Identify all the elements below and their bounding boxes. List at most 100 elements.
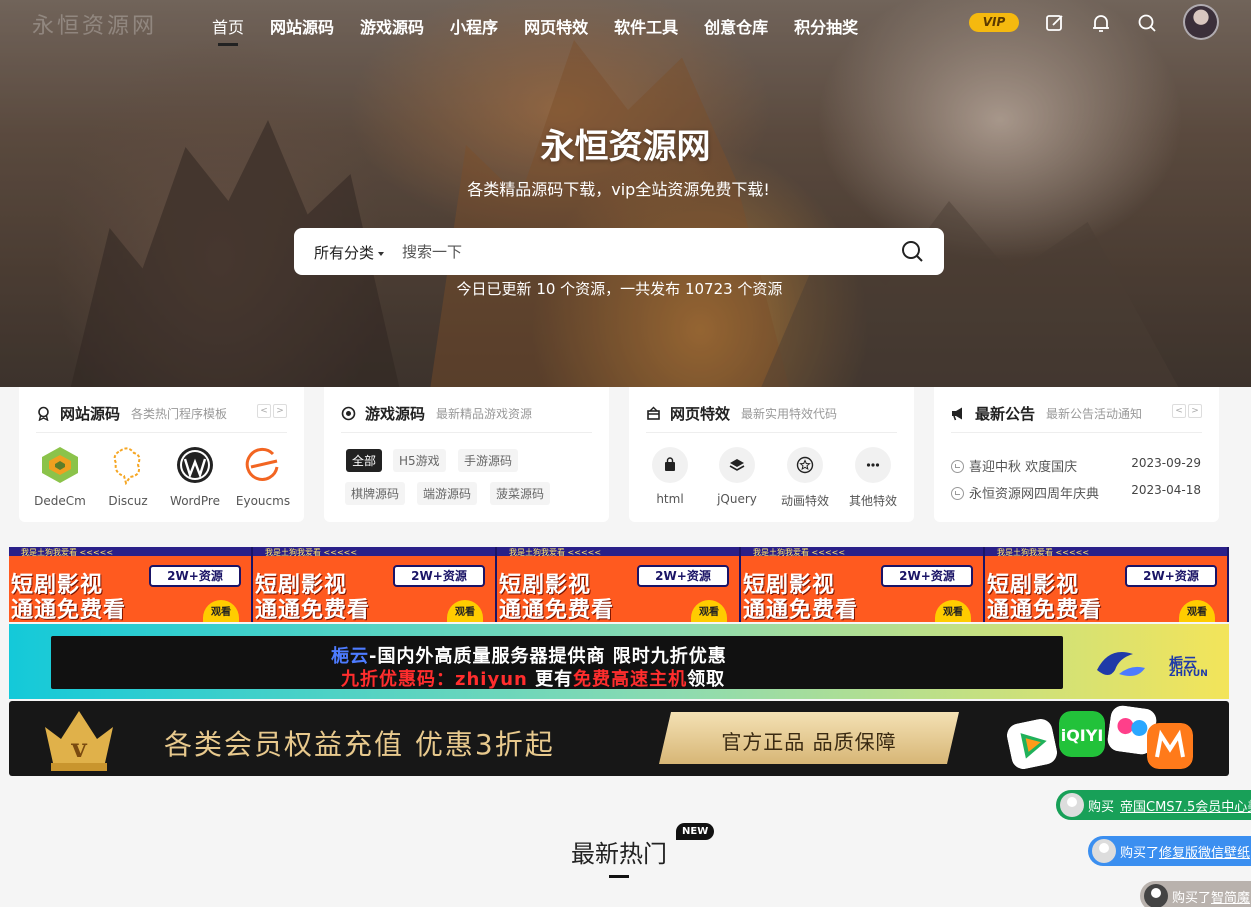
user-avatar (1060, 793, 1084, 817)
card-title: 游戏源码 (365, 405, 426, 423)
tag-all[interactable]: 全部 (346, 449, 383, 472)
bag-icon (647, 406, 660, 420)
target-icon (341, 406, 356, 421)
main-nav: 首页 网站源码 游戏源码 小程序 网页特效 软件工具 创意仓库 积分抽奖 (212, 14, 884, 46)
user-avatar (1092, 839, 1116, 863)
effect-animation[interactable]: 动画特效 (773, 447, 837, 509)
category-select[interactable]: 所有分类 (314, 242, 384, 263)
tag-betting[interactable]: 菠菜源码 (490, 482, 551, 505)
card-title: 网页特效 (670, 405, 731, 423)
clock-icon (951, 487, 964, 500)
megaphone-icon (952, 407, 962, 421)
user-avatar (1144, 884, 1168, 907)
mango-tv-icon (1147, 723, 1193, 769)
card-web-effects: 网页特效 最新实用特效代码 html jQuery 动画特效 其他特效 (629, 387, 914, 522)
banner-text-panel: 梔云-国内外高质量服务器提供商 限时九折优惠 九折优惠码：zhiyun 更有免费… (51, 636, 1063, 690)
card-desc: 最新精品游戏资源 (436, 407, 533, 421)
quality-plate: 官方正品 品质保障 (659, 712, 959, 764)
drama-tile: 我是土狗我爱看 <<<<< 短剧影视 通通免费看 2W+资源 观看 (497, 547, 741, 622)
card-title: 最新公告 (975, 405, 1036, 423)
hero-title: 永恒资源网 (540, 127, 711, 167)
purchase-toast[interactable]: 购买 帝国CMS7.5会员中心美 (1056, 790, 1251, 820)
nav-creative-warehouse[interactable]: 创意仓库 (704, 14, 768, 38)
drama-tile: 我是土狗我爱看 <<<<< 短剧影视 通通免费看 2W+资源 观看 (985, 547, 1229, 622)
section-title: 最新热门 (571, 840, 667, 868)
card-desc: 最新公告活动通知 (1046, 407, 1143, 421)
site-logo[interactable]: 永恒资源网 (32, 8, 157, 40)
layers-icon (729, 459, 745, 471)
search-icon[interactable] (1136, 12, 1158, 34)
dedecms-logo-icon (42, 447, 78, 483)
shopping-bag-icon (665, 457, 675, 471)
brand-discuz[interactable]: Discuz (98, 445, 158, 508)
update-stats: 今日已更新 10 个资源，一共发布 10723 个资源 (456, 280, 783, 298)
discuz-logo-icon (113, 447, 141, 486)
card-title: 网站源码 (60, 405, 121, 423)
drama-tile: 我是土狗我爱看 <<<<< 短剧影视 通通免费看 2W+资源 观看 (253, 547, 497, 622)
tencent-video-icon (1006, 718, 1058, 770)
divider (36, 432, 287, 433)
card-notices: 最新公告 最新公告活动通知 < > 喜迎中秋 欢度国庆 2023-09-29 永恒… (934, 387, 1219, 522)
next-arrow-icon[interactable]: > (1188, 404, 1202, 418)
more-icon (866, 463, 880, 467)
brand-eyoucms[interactable]: Eyoucms (233, 445, 293, 508)
hero-subtitle: 各类精品源码下载，vip全站资源免费下载! (467, 180, 770, 199)
ad-banner-drama[interactable]: 我是土狗我爱看 <<<<< 短剧影视 通通免费看 2W+资源 观看 我是土狗我爱… (9, 547, 1229, 622)
new-badge: NEW (676, 823, 715, 840)
section-underline (609, 875, 629, 878)
vip-badge[interactable]: VIP (969, 13, 1019, 32)
ad-banner-server[interactable]: 梔云-国内外高质量服务器提供商 限时九折优惠 九折优惠码：zhiyun 更有免费… (9, 624, 1229, 699)
crown-icon: v (45, 711, 113, 771)
star-badge-icon (796, 456, 814, 474)
nav-web-effects[interactable]: 网页特效 (524, 14, 588, 38)
svg-text:v: v (70, 734, 87, 764)
card-pager: < > (255, 404, 287, 418)
tag-pc-games[interactable]: 端游源码 (417, 482, 478, 505)
drama-tile: 我是土狗我爱看 <<<<< 短剧影视 通通免费看 2W+资源 观看 (741, 547, 985, 622)
divider (646, 432, 897, 433)
user-avatar[interactable] (1183, 4, 1219, 40)
card-pager: < > (1170, 404, 1202, 418)
nav-website-source[interactable]: 网站源码 (270, 14, 334, 38)
card-game-source: 游戏源码 最新精品游戏资源 全部 H5游戏 手游源码 棋牌源码 端游源码 菠菜源… (324, 387, 609, 522)
tag-mobile-games[interactable]: 手游源码 (458, 449, 519, 472)
svg-text:iQIYI: iQIYI (1061, 726, 1104, 745)
notice-item[interactable]: 喜迎中秋 欢度国庆 2023-09-29 (951, 456, 1201, 475)
ad-banner-membership[interactable]: v 各类会员权益充值 优惠3折起 官方正品 品质保障 iQIYI (9, 701, 1229, 776)
nav-software-tools[interactable]: 软件工具 (614, 14, 678, 38)
nav-game-source[interactable]: 游戏源码 (360, 14, 424, 38)
wordpress-logo-icon (177, 447, 213, 483)
card-desc: 各类热门程序模板 (131, 407, 228, 421)
search-box: 所有分类 (294, 228, 944, 275)
nav-points-lottery[interactable]: 积分抽奖 (794, 14, 858, 38)
effect-jquery[interactable]: jQuery (705, 447, 769, 506)
prev-arrow-icon[interactable]: < (1172, 404, 1186, 418)
divider (341, 432, 592, 433)
notice-item[interactable]: 永恒资源网四周年庆典 2023-04-18 (951, 483, 1201, 502)
effect-html[interactable]: html (638, 447, 702, 506)
purchase-toast[interactable]: 购买了 修复版微信壁纸 (1088, 836, 1251, 866)
next-arrow-icon[interactable]: > (273, 404, 287, 418)
clock-icon (951, 460, 964, 473)
brand-wordpress[interactable]: WordPre (165, 445, 225, 508)
purchase-toast[interactable]: 购买了 智简魔 (1140, 881, 1251, 907)
nav-miniprogram[interactable]: 小程序 (450, 14, 498, 38)
brand-dedecms[interactable]: DedeCm (30, 445, 90, 508)
search-submit-icon[interactable] (900, 239, 924, 263)
divider (951, 432, 1202, 433)
tag-h5-games[interactable]: H5游戏 (393, 449, 446, 472)
prev-arrow-icon[interactable]: < (257, 404, 271, 418)
effect-other[interactable]: 其他特效 (841, 447, 905, 509)
card-website-source: 网站源码 各类热门程序模板 <> DedeCm Discuz WordPre (19, 387, 304, 522)
edit-icon[interactable] (1044, 12, 1066, 34)
bell-icon[interactable] (1090, 12, 1112, 34)
card-desc: 最新实用特效代码 (741, 407, 838, 421)
eyoucms-logo-icon (245, 447, 279, 481)
tag-chess-cards[interactable]: 棋牌源码 (345, 482, 406, 505)
top-navbar: 永恒资源网 首页 网站源码 游戏源码 小程序 网页特效 软件工具 创意仓库 积分… (0, 0, 1251, 50)
nav-home[interactable]: 首页 (212, 14, 244, 46)
drama-tile: 我是土狗我爱看 <<<<< 短剧影视 通通免费看 2W+资源 观看 (9, 547, 253, 622)
iqiyi-icon: iQIYI (1059, 711, 1105, 757)
award-icon (38, 406, 49, 421)
search-input[interactable] (402, 240, 882, 264)
